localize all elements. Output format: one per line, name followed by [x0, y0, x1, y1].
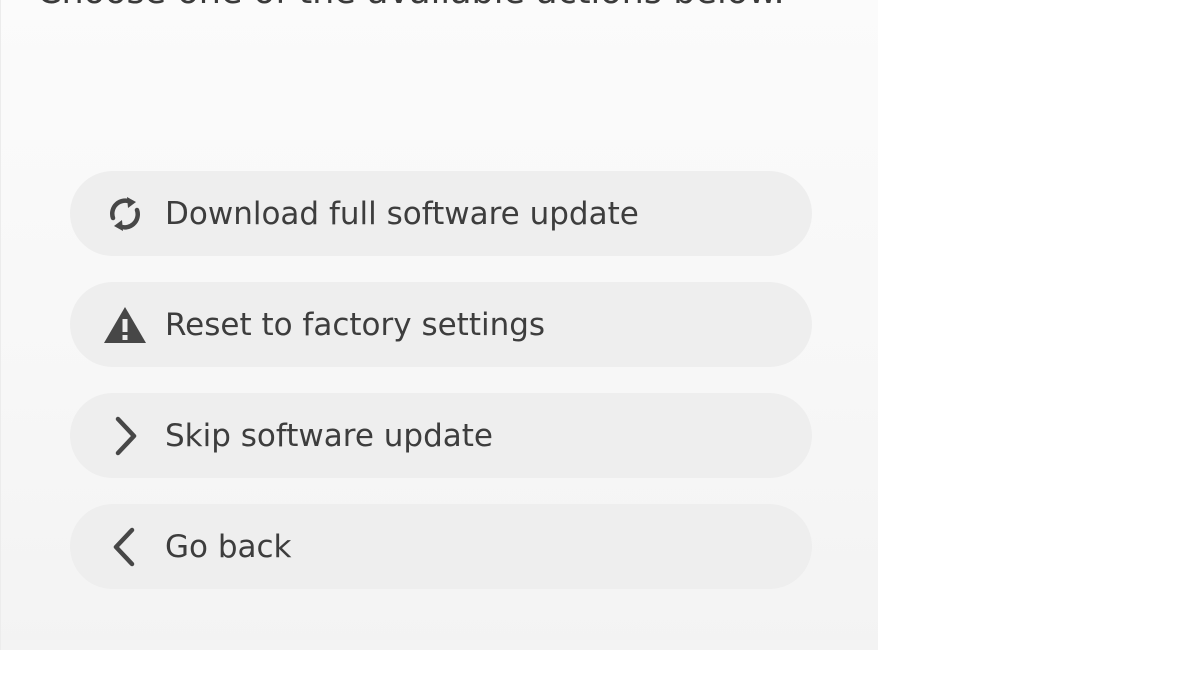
chevron-right-icon — [102, 413, 148, 459]
recovery-panel: Choose one of the available actions belo… — [0, 0, 878, 650]
download-full-update-button[interactable]: Download full software update — [70, 171, 812, 256]
reset-factory-settings-label: Reset to factory settings — [165, 306, 546, 343]
go-back-label: Go back — [165, 528, 292, 565]
refresh-icon — [102, 191, 148, 237]
warning-icon — [102, 302, 148, 348]
skip-software-update-label: Skip software update — [165, 417, 493, 454]
instruction-text: Choose one of the available actions belo… — [37, 0, 797, 18]
reset-factory-settings-button[interactable]: Reset to factory settings — [70, 282, 812, 367]
chevron-left-icon — [102, 524, 148, 570]
action-list: Download full software update Reset to f… — [70, 171, 812, 615]
skip-software-update-button[interactable]: Skip software update — [70, 393, 812, 478]
download-full-update-label: Download full software update — [165, 195, 639, 232]
go-back-button[interactable]: Go back — [70, 504, 812, 589]
